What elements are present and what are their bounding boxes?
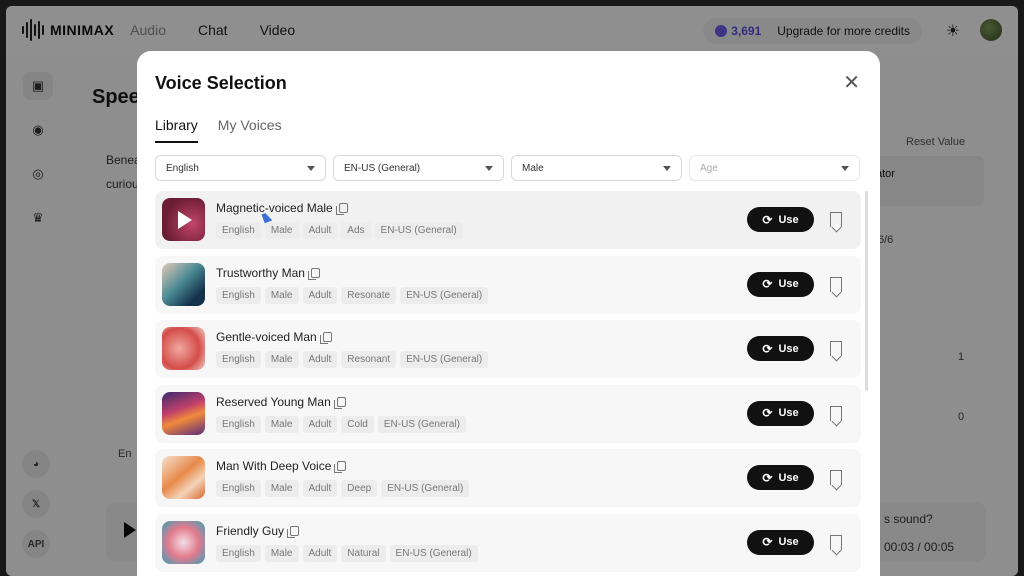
copy-icon[interactable] [334, 461, 347, 473]
bookmark-icon[interactable] [830, 212, 842, 227]
tag: EN-US (General) [377, 415, 467, 433]
voice-tags: English Male Adult Ads EN-US (General) [216, 222, 463, 239]
voice-thumbnail[interactable] [162, 391, 205, 435]
voice-tags: English Male Adult Deep EN-US (General) [216, 480, 470, 497]
filter-bar: English EN-US (General) Male Age [155, 155, 860, 181]
copy-icon[interactable] [319, 332, 332, 344]
bookmark-icon[interactable] [830, 405, 842, 421]
age-select[interactable]: Age [689, 155, 860, 181]
tag: EN-US (General) [389, 544, 478, 562]
tag: Ads [341, 222, 371, 239]
tag: Male [264, 286, 299, 304]
chevron-down-icon [841, 165, 849, 171]
tag: English [216, 222, 261, 239]
voice-tags: English Male Adult Resonant EN-US (General) [216, 351, 489, 368]
tag: English [216, 544, 261, 562]
tag: Resonant [341, 351, 397, 368]
use-button[interactable]: ⟳ Use [747, 207, 814, 232]
voice-thumbnail[interactable] [162, 456, 205, 499]
tag: Cold [341, 415, 374, 433]
tag: English [216, 286, 261, 304]
gender-select[interactable]: Male [511, 155, 682, 181]
tag: Adult [302, 415, 338, 433]
copy-icon[interactable] [333, 396, 346, 409]
language-select[interactable]: English [155, 155, 326, 181]
tag: Male [264, 544, 299, 562]
refresh-icon: ⟳ [762, 277, 773, 291]
voice-selection-modal: Voice Selection ✕ Library My Voices Engl… [137, 51, 880, 576]
use-button[interactable]: ⟳ Use [747, 336, 814, 361]
use-button[interactable]: ⟳ Use [747, 400, 814, 426]
bookmark-icon[interactable] [830, 341, 842, 356]
voice-name: Trustworthy Man [216, 265, 305, 280]
use-button[interactable]: ⟳ Use [747, 271, 814, 297]
voice-thumbnail[interactable] [162, 327, 205, 370]
voice-thumbnail[interactable] [162, 198, 205, 241]
chevron-down-icon [663, 165, 671, 171]
voice-tags: English Male Adult Cold EN-US (General) [216, 415, 467, 433]
scrollbar[interactable] [865, 191, 868, 391]
tag: Resonate [341, 286, 397, 304]
copy-icon[interactable] [335, 203, 348, 215]
tag: EN-US (General) [381, 480, 470, 497]
modal-tabs: Library My Voices [155, 117, 282, 143]
use-button[interactable]: ⟳ Use [747, 529, 814, 555]
voice-name: Magnetic-voiced Male [216, 201, 333, 215]
voice-tags: English Male Adult Resonate EN-US (General) [216, 286, 489, 304]
refresh-icon: ⟳ [762, 535, 773, 549]
tag: English [216, 480, 261, 497]
tag: Adult [302, 480, 338, 497]
tag: English [216, 351, 261, 368]
voice-name: Gentle-voiced Man [216, 330, 317, 344]
voice-thumbnail[interactable] [162, 520, 205, 564]
voice-row[interactable]: Reserved Young Man English Male Adult Cold E… [155, 384, 861, 443]
modal-title: Voice Selection [155, 73, 287, 93]
voice-row[interactable]: Trustworthy Man English Male Adult Resonate… [155, 255, 861, 314]
copy-icon[interactable] [307, 267, 320, 280]
accent-select[interactable]: EN-US (General) [333, 155, 504, 181]
voice-name: Reserved Young Man [216, 394, 331, 409]
tag: Deep [341, 480, 378, 497]
refresh-icon: ⟳ [762, 406, 773, 420]
tag: Male [264, 351, 299, 368]
voice-row[interactable]: Gentle-voiced Man English Male Adult Resona… [155, 320, 861, 378]
voice-thumbnail[interactable] [162, 262, 205, 306]
use-button[interactable]: ⟳ Use [747, 465, 814, 490]
tag: Adult [302, 544, 338, 562]
tab-library[interactable]: Library [155, 117, 198, 143]
bookmark-icon[interactable] [830, 276, 842, 292]
copy-icon[interactable] [287, 525, 300, 538]
tag: Male [264, 222, 299, 239]
tag: Adult [302, 286, 338, 304]
tab-my-voices[interactable]: My Voices [218, 117, 282, 143]
chevron-down-icon [485, 165, 493, 171]
tag: EN-US (General) [400, 351, 489, 368]
refresh-icon: ⟳ [762, 470, 773, 485]
tag: Male [264, 415, 299, 433]
voice-name: Man With Deep Voice [216, 459, 332, 473]
close-icon[interactable]: ✕ [843, 73, 860, 93]
voice-row[interactable]: Friendly Guy English Male Adult Natural EN-U… [155, 513, 861, 572]
refresh-icon: ⟳ [762, 212, 773, 227]
refresh-icon: ⟳ [762, 341, 773, 356]
tag: EN-US (General) [400, 286, 489, 304]
tag: Male [264, 480, 299, 497]
bookmark-icon[interactable] [830, 470, 842, 485]
voice-name: Friendly Guy [216, 523, 285, 538]
play-icon[interactable] [178, 211, 192, 229]
voice-row[interactable]: Magnetic-voiced Male English Male Adult Ads… [155, 191, 861, 249]
chevron-down-icon [307, 165, 315, 171]
voice-list: Magnetic-voiced Male English Male Adult Ads… [155, 191, 861, 576]
tag: English [216, 415, 261, 433]
tag: Adult [302, 351, 338, 368]
tag: Natural [341, 544, 386, 562]
tag: Adult [302, 222, 338, 239]
bookmark-icon[interactable] [830, 534, 842, 550]
voice-row[interactable]: Man With Deep Voice English Male Adult Deep… [155, 449, 861, 507]
voice-tags: English Male Adult Natural EN-US (General) [216, 544, 478, 562]
tag: EN-US (General) [374, 222, 463, 239]
